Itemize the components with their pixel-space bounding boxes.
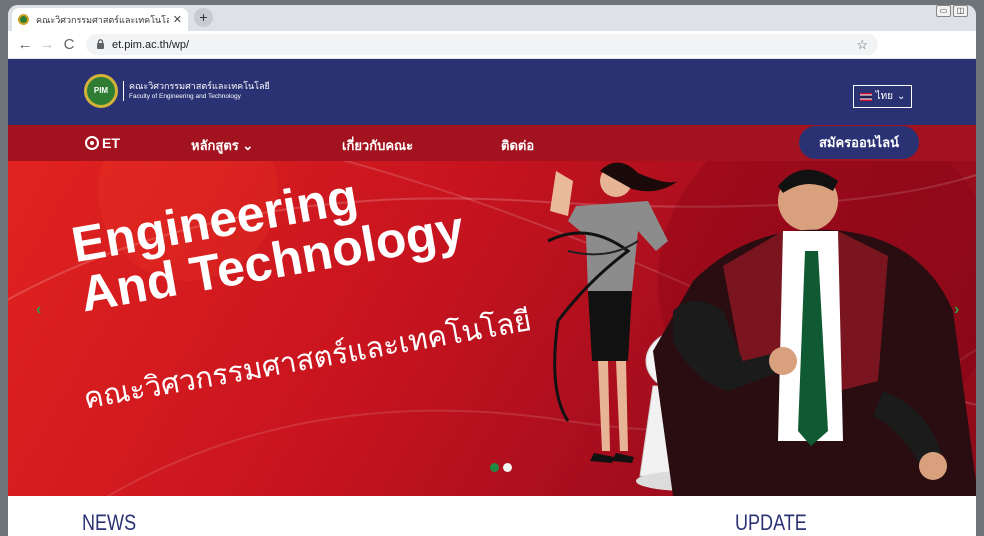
et-logo-icon <box>85 136 99 150</box>
carousel-next-icon[interactable]: › <box>954 301 959 319</box>
lock-icon <box>96 38 105 51</box>
tab-strip: คณะวิศวกรรมศาสตร์และเทคโนโลยี – C ✕ + ▭ … <box>8 5 976 31</box>
content-area: NEWS UPDATE <box>8 496 976 536</box>
nav-item-programs[interactable]: หลักสูตร ⌄ <box>191 135 253 156</box>
browser-tab[interactable]: คณะวิศวกรรมศาสตร์และเทคโนโลยี – C ✕ <box>12 8 188 31</box>
carousel-prev-icon[interactable]: ‹ <box>36 301 41 319</box>
minimize-icon[interactable]: ▭ <box>936 5 951 17</box>
nav-item-contact[interactable]: ติดต่อ <box>501 135 534 156</box>
language-label: ไทย <box>875 91 894 102</box>
hero-carousel: Engineering And Technology คณะวิศวกรรมศา… <box>8 161 976 496</box>
faculty-name-english: Faculty of Engineering and Technology <box>129 93 241 100</box>
new-tab-button[interactable]: + <box>194 8 213 27</box>
window-controls: ▭ ◫ <box>936 5 968 17</box>
faculty-logo-text[interactable]: คณะวิศวกรรมศาสตร์และเทคโนโลยี Faculty of… <box>123 81 270 101</box>
carousel-dot-1[interactable] <box>490 463 499 472</box>
language-selector[interactable]: ไทย ⌄ <box>853 85 912 108</box>
forward-button[interactable]: → <box>36 36 58 53</box>
main-navbar: ET หลักสูตร ⌄ เกี่ยวกับคณะ ติดต่อ สมัครอ… <box>8 125 976 161</box>
carousel-dot-2[interactable] <box>503 463 512 472</box>
news-heading: NEWS <box>82 510 137 535</box>
reload-button[interactable]: C <box>58 36 80 53</box>
site-favicon-icon <box>18 14 29 25</box>
carousel-indicators <box>490 463 512 472</box>
url-text: et.pim.ac.th/wp/ <box>112 38 190 51</box>
chevron-down-icon: ⌄ <box>897 91 906 102</box>
pim-logo-icon[interactable]: PIM <box>84 74 118 108</box>
browser-toolbar: ← → C et.pim.ac.th/wp/ ☆ <box>8 31 976 58</box>
site-header: PIM คณะวิศวกรรมศาสตร์และเทคโนโลยี Facult… <box>8 58 976 125</box>
faculty-name-thai: คณะวิศวกรรมศาสตร์และเทคโนโลยี <box>129 81 270 91</box>
et-brand-label: ET <box>102 135 120 151</box>
address-bar[interactable]: et.pim.ac.th/wp/ ☆ <box>86 34 878 55</box>
tab-title: คณะวิศวกรรมศาสตร์และเทคโนโลยี – C <box>36 14 169 25</box>
male-student-image <box>653 169 976 496</box>
back-button[interactable]: ← <box>14 36 36 53</box>
thai-flag-icon <box>859 92 872 101</box>
restore-icon[interactable]: ◫ <box>953 5 968 17</box>
bookmark-star-icon[interactable]: ☆ <box>856 37 868 53</box>
close-tab-icon[interactable]: ✕ <box>173 13 182 26</box>
apply-online-button[interactable]: สมัครออนไลน์ <box>799 126 919 159</box>
nav-item-about[interactable]: เกี่ยวกับคณะ <box>342 135 413 156</box>
browser-window: คณะวิศวกรรมศาสตร์และเทคโนโลยี – C ✕ + ▭ … <box>8 5 976 536</box>
et-home-link[interactable]: ET <box>85 135 120 151</box>
update-heading: UPDATE <box>735 510 807 535</box>
